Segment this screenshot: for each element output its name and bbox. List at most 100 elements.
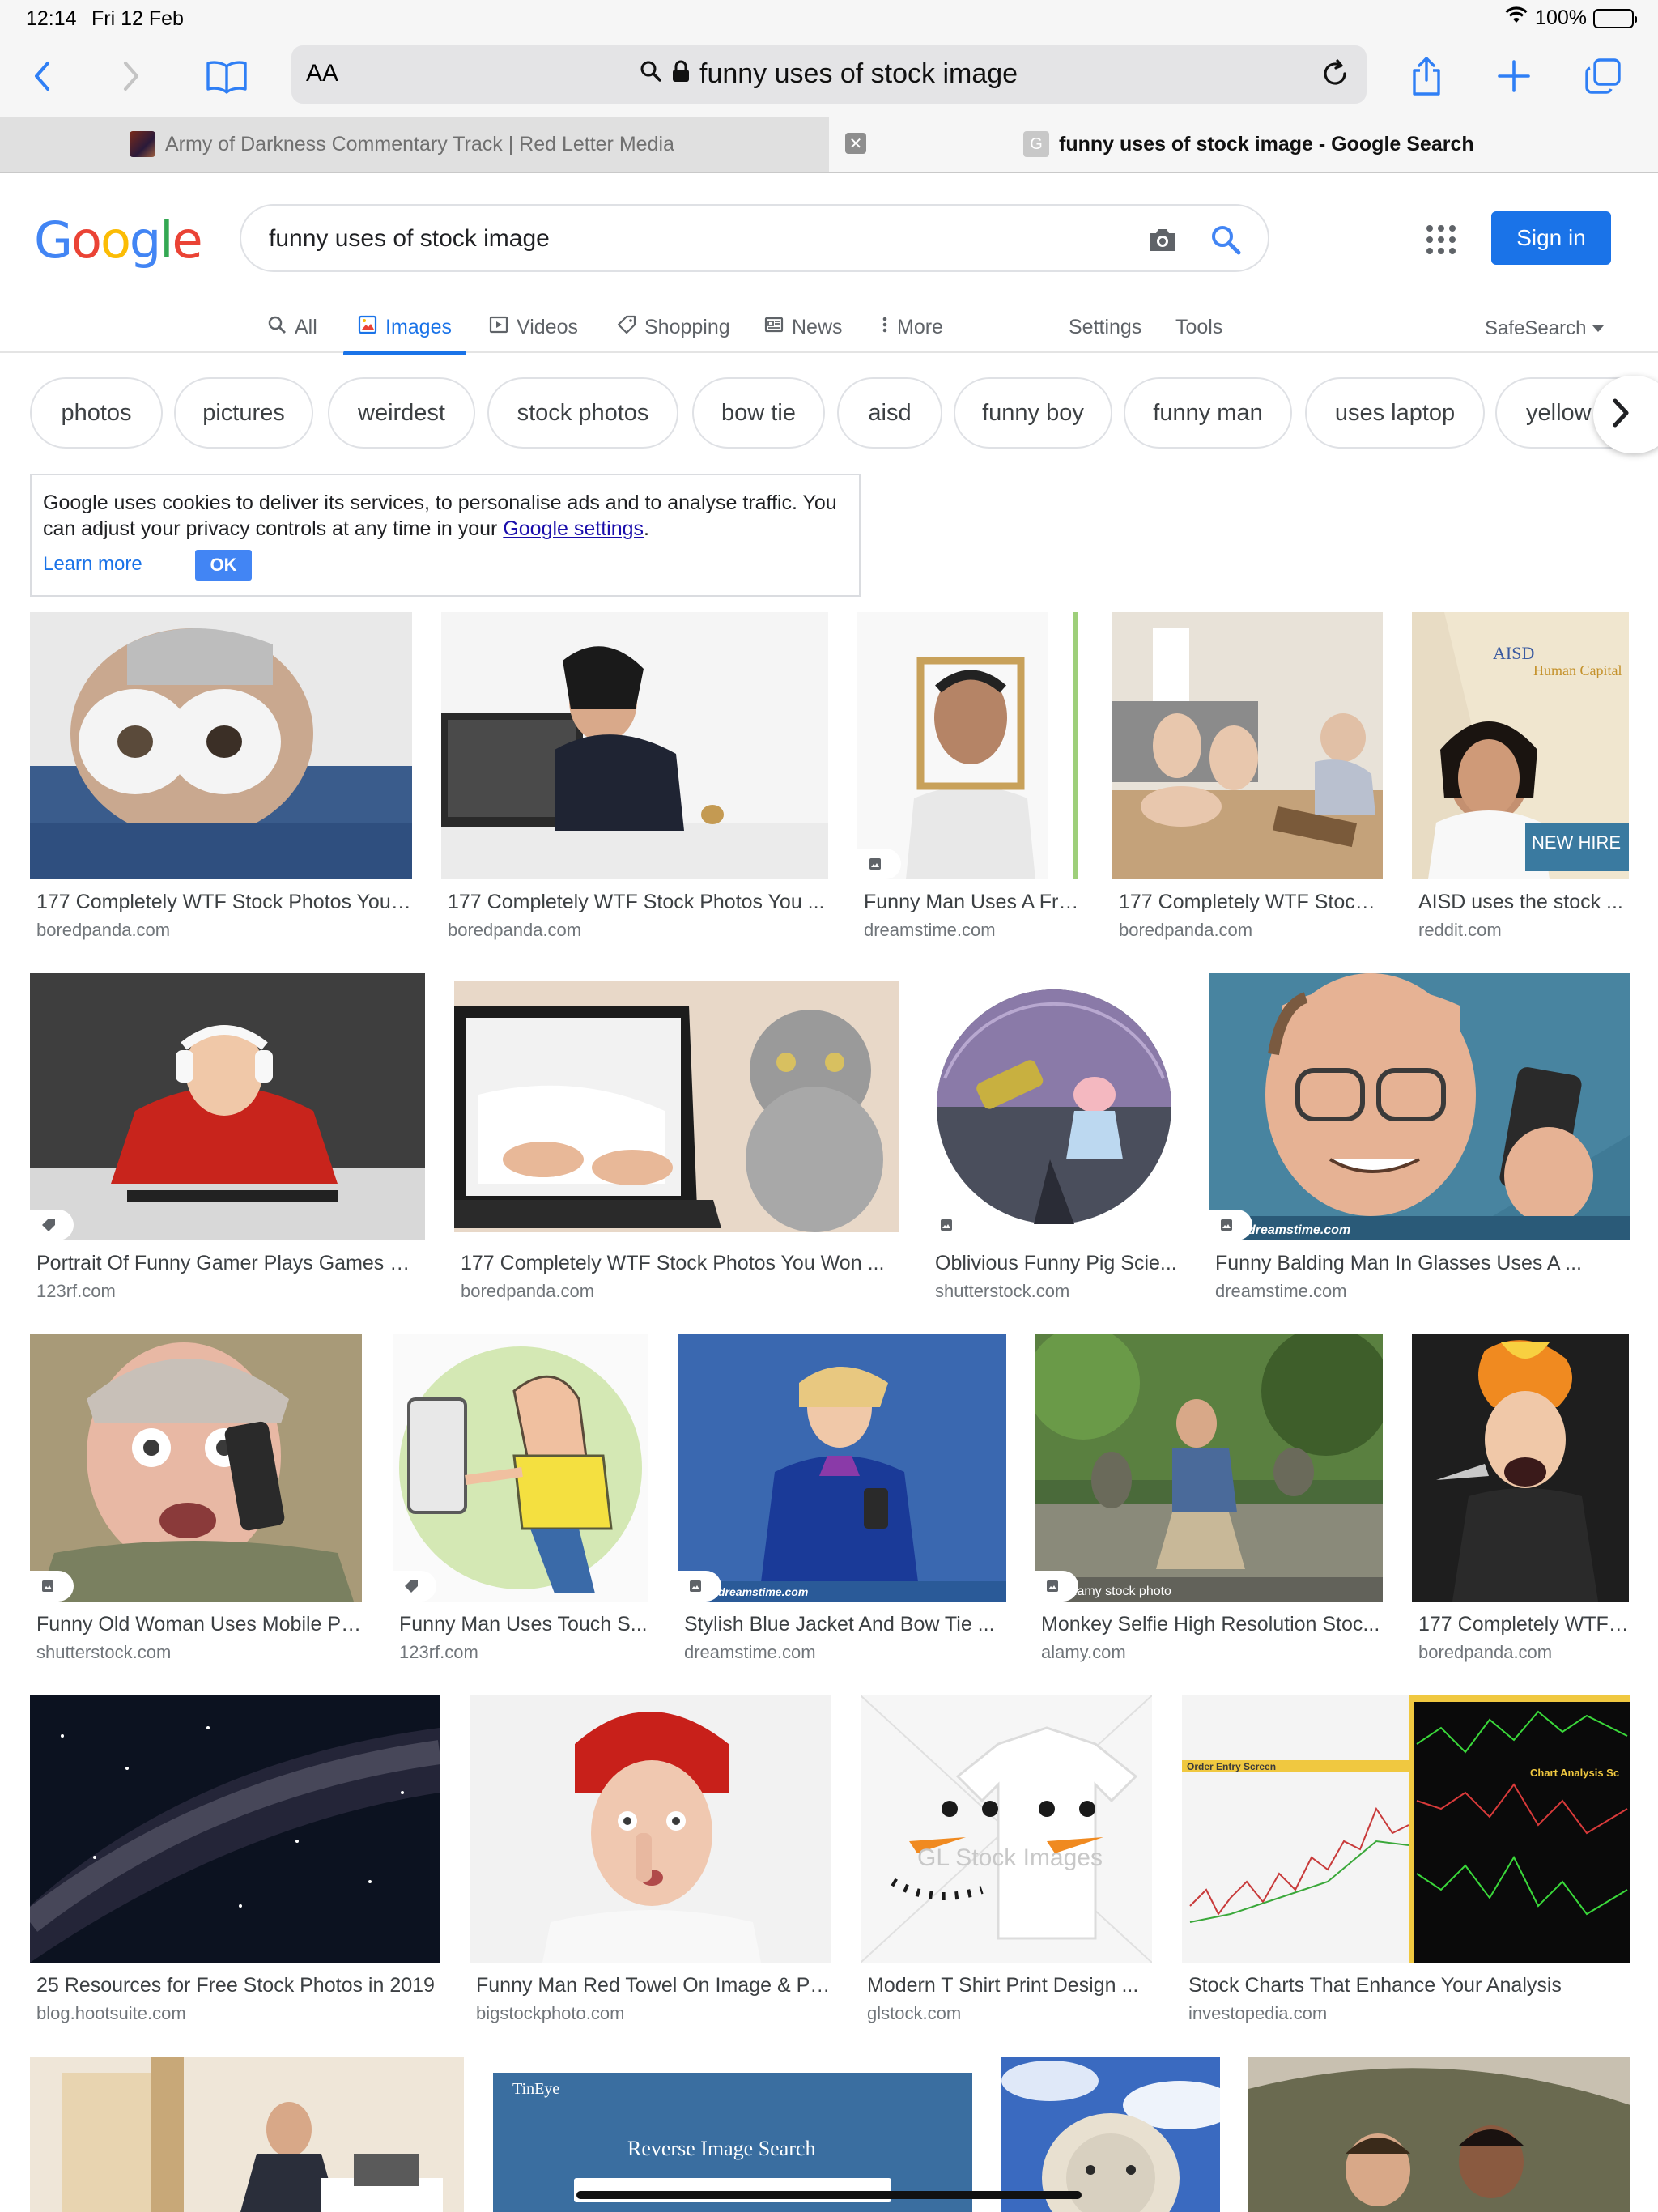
- image-result[interactable]: GL Stock Images Modern T Shirt Print Des…: [861, 1695, 1152, 2027]
- image-result[interactable]: 177 Completely WTF Stock ... boredpanda.…: [1112, 612, 1383, 944]
- chip-weirdest[interactable]: weirdest: [328, 377, 475, 449]
- image-result[interactable]: AISD Human Capital NEW HIRE AISD uses the …: [1412, 612, 1629, 944]
- result-source: blog.hootsuite.com: [36, 2003, 186, 2023]
- tools-link[interactable]: Tools: [1175, 304, 1222, 350]
- apps-grid-icon[interactable]: [1426, 225, 1456, 254]
- google-favicon: G: [1023, 131, 1049, 157]
- address-bar[interactable]: AA funny uses of stock image: [291, 45, 1367, 104]
- google-settings-link[interactable]: Google settings: [503, 517, 644, 540]
- image-icon: [358, 315, 377, 340]
- result-source: boredpanda.com: [1418, 1642, 1553, 1662]
- tab-label: Army of Darkness Commentary Track | Red …: [165, 132, 674, 155]
- image-result[interactable]: 177 Completely WTF ... boredpanda.com: [1412, 1334, 1629, 1666]
- new-tab-icon[interactable]: [1490, 52, 1538, 100]
- tab-all[interactable]: All: [267, 304, 317, 350]
- image-result[interactable]: dreamstime.com Stylish Blue Jacket And B…: [678, 1334, 1006, 1666]
- sign-in-button[interactable]: Sign in: [1491, 211, 1611, 265]
- result-thumbnail: [441, 612, 828, 879]
- image-result[interactable]: Portrait Of Funny Gamer Plays Games On..…: [30, 973, 425, 1305]
- image-result[interactable]: dreamstime.com Funny Balding Man In Glas…: [1209, 973, 1630, 1305]
- tab-images[interactable]: Images: [343, 304, 466, 355]
- forward-icon[interactable]: [107, 52, 155, 100]
- aisd-badge-text: NEW HIRE: [1532, 832, 1621, 853]
- image-result[interactable]: alamy stock photo Monkey Selfie High Res…: [1035, 1334, 1383, 1666]
- browser-toolbar: AA funny uses of stock image: [0, 36, 1658, 117]
- chip-uses-laptop[interactable]: uses laptop: [1305, 377, 1485, 449]
- tab-red-letter-media[interactable]: Army of Darkness Commentary Track | Red …: [0, 117, 829, 172]
- result-thumbnail: [30, 1695, 440, 1963]
- chip-pictures[interactable]: pictures: [174, 377, 313, 449]
- url-text: funny uses of stock image: [699, 58, 1018, 89]
- tab-more[interactable]: More: [881, 304, 943, 350]
- result-thumbnail: [1112, 612, 1383, 879]
- image-result[interactable]: Funny Man Red Towel On Image & Ph... big…: [470, 1695, 831, 2027]
- reload-icon[interactable]: [1318, 57, 1352, 91]
- image-result[interactable]: Oblivious Funny Pig Scie... shutterstock…: [929, 973, 1180, 1305]
- result-title: Funny Man Uses Touch S...: [399, 1613, 648, 1636]
- result-title: Funny Balding Man In Glasses Uses A ...: [1215, 1252, 1583, 1274]
- back-icon[interactable]: [18, 52, 66, 100]
- result-title: 177 Completely WTF Stock Photos You Won …: [461, 1252, 885, 1274]
- safesearch-dropdown[interactable]: SafeSearch: [1485, 306, 1605, 351]
- image-result[interactable]: Funny Old Woman Uses Mobile Ph... shutte…: [30, 1334, 362, 1666]
- google-header: Google Sign in All Images Videos Shoppin…: [0, 175, 1658, 355]
- tab-shopping[interactable]: Shopping: [617, 304, 730, 350]
- tag-icon: [617, 315, 636, 340]
- home-indicator[interactable]: [576, 2191, 1082, 2199]
- result-title: AISD uses the stock ...: [1418, 891, 1623, 913]
- result-source: boredpanda.com: [461, 1281, 595, 1301]
- result-source: shutterstock.com: [36, 1642, 172, 1662]
- result-source: dreamstime.com: [864, 920, 996, 940]
- result-thumbnail: alamy stock photo: [1035, 1334, 1383, 1602]
- image-result[interactable]: [1248, 2057, 1630, 2212]
- image-result[interactable]: Funny Man Uses Touch S... 123rf.com: [393, 1334, 648, 1666]
- tab-label: funny uses of stock image - Google Searc…: [1059, 132, 1474, 155]
- status-time: 12:14: [26, 7, 77, 30]
- settings-link[interactable]: Settings: [1069, 304, 1141, 350]
- image-result[interactable]: Funny Man Uses A Fra... dreamstime.com: [857, 612, 1083, 944]
- image-result[interactable]: 177 Completely WTF Stock Photos You ... …: [30, 612, 412, 944]
- share-icon[interactable]: [1402, 52, 1451, 100]
- tabs-icon[interactable]: [1579, 52, 1627, 100]
- result-thumbnail: dreamstime.com: [678, 1334, 1006, 1602]
- learn-more-link[interactable]: Learn more: [43, 553, 142, 576]
- tab-news[interactable]: News: [764, 304, 843, 350]
- wifi-icon: [1504, 6, 1528, 30]
- chip-aisd[interactable]: aisd: [837, 377, 942, 449]
- watermark-text: dreamstime.com: [718, 1585, 808, 1598]
- tab-label: Videos: [517, 315, 578, 338]
- result-thumbnail: [929, 973, 1180, 1240]
- search-input[interactable]: [269, 219, 1078, 259]
- result-title: Stylish Blue Jacket And Bow Tie ...: [684, 1613, 995, 1636]
- chip-photos[interactable]: photos: [30, 377, 163, 449]
- url-display[interactable]: funny uses of stock image: [640, 58, 1018, 90]
- chip-funny-man[interactable]: funny man: [1124, 377, 1292, 449]
- chip-stock-photos[interactable]: stock photos: [487, 377, 678, 449]
- tab-videos[interactable]: Videos: [489, 304, 578, 350]
- image-result[interactable]: 177 Completely WTF Stock Photos You Won …: [454, 973, 899, 1305]
- image-result[interactable]: 177 Completely WTF Stock Photos You ... …: [441, 612, 828, 944]
- result-title: Modern T Shirt Print Design ...: [867, 1974, 1139, 1997]
- chip-funny-boy[interactable]: funny boy: [954, 377, 1112, 449]
- tag-icon: [30, 1210, 74, 1240]
- image-result[interactable]: TinEye Reverse Image Search: [493, 2057, 972, 2212]
- close-tab-icon[interactable]: ✕: [845, 133, 866, 154]
- bookmarks-icon[interactable]: [202, 52, 251, 100]
- image-result[interactable]: [30, 2057, 464, 2212]
- reader-button[interactable]: AA: [306, 60, 338, 87]
- result-thumbnail: AISD Human Capital NEW HIRE: [1412, 612, 1629, 879]
- tab-google-search[interactable]: ✕ G funny uses of stock image - Google S…: [829, 117, 1658, 172]
- image-result[interactable]: [1001, 2057, 1220, 2212]
- result-thumbnail: [1001, 2057, 1220, 2212]
- image-result[interactable]: Order Entry Screen Chart Analysis Sc Stoc…: [1182, 1695, 1630, 2027]
- image-result[interactable]: 25 Resources for Free Stock Photos in 20…: [30, 1695, 440, 2027]
- google-logo[interactable]: Google: [34, 211, 203, 270]
- result-thumbnail: [30, 1334, 362, 1602]
- camera-icon[interactable]: [1146, 223, 1179, 256]
- result-title: Monkey Selfie High Resolution Stoc...: [1041, 1613, 1380, 1636]
- result-thumbnail: GL Stock Images: [861, 1695, 1152, 1963]
- ok-button[interactable]: OK: [195, 550, 252, 581]
- chip-bow-tie[interactable]: bow tie: [692, 377, 825, 449]
- search-icon[interactable]: [1208, 222, 1244, 257]
- result-source: shutterstock.com: [935, 1281, 1070, 1301]
